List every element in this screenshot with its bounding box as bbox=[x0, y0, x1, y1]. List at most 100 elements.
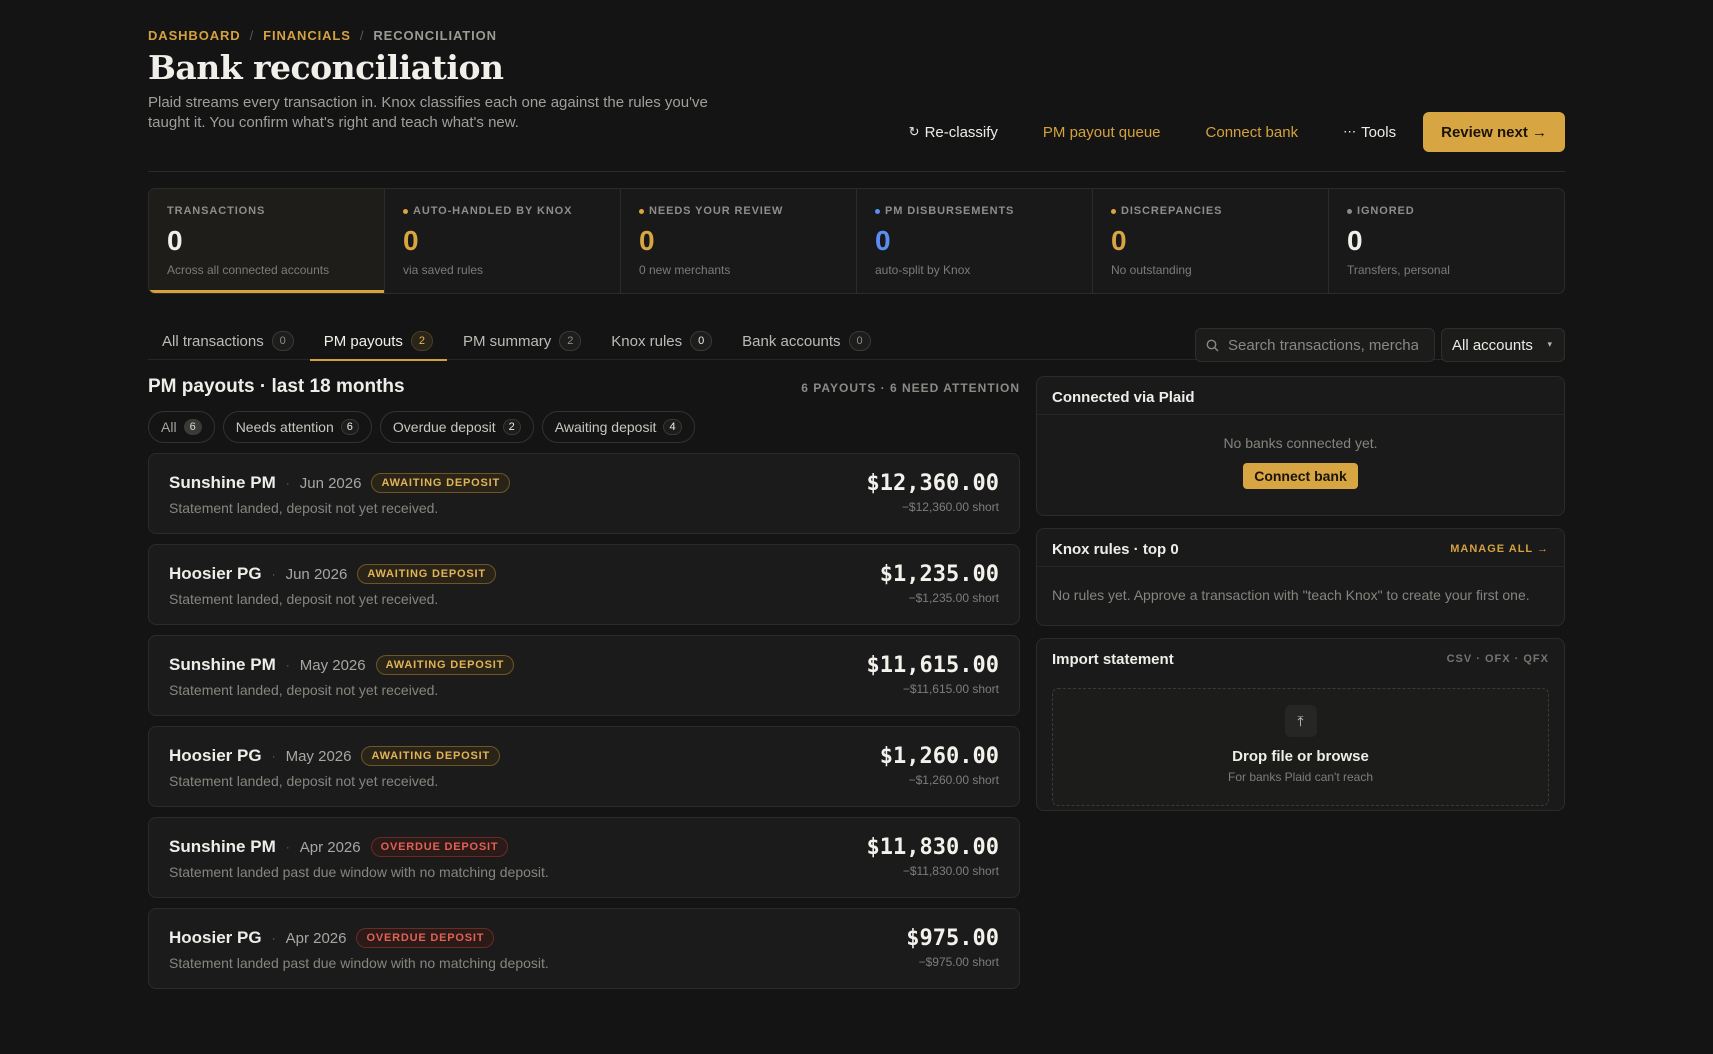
count-badge: 4 bbox=[663, 419, 682, 435]
empty-state-text: No banks connected yet. bbox=[1223, 435, 1378, 451]
payout-card[interactable]: Sunshine PM · Jun 2026 AWAITING DEPOSIT Sta… bbox=[148, 453, 1020, 534]
filter-chips: All 6 Needs attention 6 Overdue deposit … bbox=[148, 411, 1020, 443]
manage-all-link[interactable]: MANAGE ALL → bbox=[1450, 543, 1549, 555]
header-actions: ↻ Re-classify PM payout queue Connect ba… bbox=[864, 112, 1565, 152]
tab-bank-accounts[interactable]: Bank accounts 0 bbox=[728, 322, 884, 360]
status-dot bbox=[639, 208, 644, 214]
payout-period: May 2026 bbox=[285, 747, 352, 765]
tab-all-transactions[interactable]: All transactions 0 bbox=[148, 322, 308, 360]
payout-description: Statement landed past due window with no… bbox=[169, 955, 549, 971]
stat-sub: 0 new merchants bbox=[639, 263, 731, 277]
breadcrumb-separator: / bbox=[359, 27, 365, 43]
count-badge: 0 bbox=[690, 331, 713, 351]
card-body: ⤒ Drop file or browse For banks Plaid ca… bbox=[1037, 677, 1564, 810]
payout-card[interactable]: Sunshine PM · May 2026 AWAITING DEPOSIT Sta… bbox=[148, 635, 1020, 716]
payout-shortfall: −$12,360.00 short bbox=[901, 500, 999, 514]
status-badge: OVERDUE DEPOSIT bbox=[370, 837, 509, 857]
stat-label: PM DISBURSEMENTS bbox=[875, 204, 1074, 218]
tab-knox-rules[interactable]: Knox rules 0 bbox=[597, 322, 726, 360]
review-next-button[interactable]: Review next → bbox=[1423, 112, 1565, 152]
payout-shortfall: −$11,830.00 short bbox=[902, 864, 999, 878]
chip-label: Needs attention bbox=[235, 419, 334, 435]
count-badge: 0 bbox=[271, 331, 294, 351]
stat-label: DISCREPANCIES bbox=[1111, 204, 1310, 218]
stat-sub: Across all connected accounts bbox=[167, 263, 330, 277]
stat-discrepancies[interactable]: DISCREPANCIES 0 No outstanding bbox=[1093, 189, 1329, 293]
stat-sub: No outstanding bbox=[1111, 263, 1192, 277]
tools-label: Tools bbox=[1361, 123, 1397, 141]
payout-card[interactable]: Hoosier PG · Apr 2026 OVERDUE DEPOSIT State… bbox=[148, 908, 1020, 989]
payout-shortfall: −$1,260.00 short bbox=[908, 773, 999, 787]
stat-value: 0 bbox=[167, 225, 183, 256]
search-box bbox=[1195, 328, 1435, 362]
payout-card[interactable]: Hoosier PG · Jun 2026 AWAITING DEPOSIT Stat… bbox=[148, 544, 1020, 625]
payout-period: May 2026 bbox=[299, 656, 366, 674]
chip-label: Awaiting deposit bbox=[554, 419, 657, 435]
more-icon: ⋯ bbox=[1343, 124, 1357, 139]
page-header: Bank reconciliation Plaid streams every … bbox=[148, 48, 1565, 172]
payout-shortfall: −$11,615.00 short bbox=[902, 682, 999, 696]
payout-period: Jun 2026 bbox=[285, 565, 348, 583]
chip-all[interactable]: All 6 bbox=[148, 411, 215, 443]
card-body: No banks connected yet. Connect bank bbox=[1037, 415, 1564, 515]
payout-description: Statement landed, deposit not yet receiv… bbox=[169, 591, 439, 607]
stat-transactions[interactable]: TRANSACTIONS 0 Across all connected acco… bbox=[149, 189, 385, 293]
account-select[interactable]: All accounts ▾ bbox=[1441, 328, 1565, 362]
reclassify-button[interactable]: ↻ Re-classify bbox=[909, 124, 998, 141]
page-title: Bank reconciliation bbox=[148, 48, 504, 87]
payee-name: Hoosier PG bbox=[169, 746, 262, 765]
chip-overdue-deposit[interactable]: Overdue deposit 2 bbox=[379, 411, 534, 443]
tools-button[interactable]: ⋯ Tools bbox=[1343, 124, 1396, 141]
connect-bank-link[interactable]: Connect bank bbox=[1206, 124, 1299, 141]
tab-label: PM payouts bbox=[323, 332, 403, 350]
chip-label: All bbox=[161, 419, 177, 435]
pm-payout-queue-link[interactable]: PM payout queue bbox=[1043, 124, 1161, 141]
tab-label: Bank accounts bbox=[742, 332, 841, 350]
payee-name: Hoosier PG bbox=[169, 564, 262, 583]
payout-description: Statement landed past due window with no… bbox=[169, 864, 549, 880]
stat-label: IGNORED bbox=[1347, 204, 1546, 218]
stat-auto-handled[interactable]: AUTO-HANDLED BY KNOX 0 via saved rules bbox=[385, 189, 621, 293]
status-badge: AWAITING DEPOSIT bbox=[357, 564, 496, 584]
sidebar-panel: Connected via Plaid No banks connected y… bbox=[1036, 376, 1565, 999]
status-badge: AWAITING DEPOSIT bbox=[375, 655, 515, 675]
search-input[interactable] bbox=[1228, 336, 1418, 354]
card-header: Knox rules · top 0 MANAGE ALL → bbox=[1037, 529, 1564, 567]
payout-description: Statement landed, deposit not yet receiv… bbox=[169, 773, 439, 789]
breadcrumb-dashboard[interactable]: DASHBOARD bbox=[148, 28, 241, 43]
stat-value: 0 bbox=[875, 225, 891, 256]
dropzone-subtitle: For banks Plaid can't reach bbox=[1227, 770, 1374, 784]
payee-name: Hoosier PG bbox=[169, 928, 262, 947]
stat-label: NEEDS YOUR REVIEW bbox=[639, 204, 838, 218]
payout-card[interactable]: Sunshine PM · Apr 2026 OVERDUE DEPOSIT Stat… bbox=[148, 817, 1020, 898]
stat-needs-review[interactable]: NEEDS YOUR REVIEW 0 0 new merchants bbox=[621, 189, 857, 293]
chevron-down-icon: ▾ bbox=[1547, 339, 1552, 349]
stat-value: 0 bbox=[1347, 225, 1363, 256]
section-meta: 6 PAYOUTS · 6 NEED ATTENTION bbox=[801, 381, 1020, 395]
plaid-card: Connected via Plaid No banks connected y… bbox=[1036, 376, 1565, 516]
file-formats: CSV · OFX · QFX bbox=[1446, 653, 1549, 665]
payout-card[interactable]: Hoosier PG · May 2026 AWAITING DEPOSIT Stat… bbox=[148, 726, 1020, 807]
status-dot bbox=[1347, 208, 1352, 214]
stat-label: AUTO-HANDLED BY KNOX bbox=[403, 204, 602, 218]
stats-strip: TRANSACTIONS 0 Across all connected acco… bbox=[148, 188, 1565, 294]
card-header: Connected via Plaid bbox=[1037, 377, 1564, 415]
chip-awaiting-deposit[interactable]: Awaiting deposit 4 bbox=[541, 411, 695, 443]
chip-needs-attention[interactable]: Needs attention 6 bbox=[222, 411, 372, 443]
card-title: Connected via Plaid bbox=[1052, 389, 1195, 406]
payout-amount: $12,360.00 bbox=[866, 471, 999, 496]
stat-ignored[interactable]: IGNORED 0 Transfers, personal bbox=[1329, 189, 1564, 293]
stat-pm-disbursements[interactable]: PM DISBURSEMENTS 0 auto-split by Knox bbox=[857, 189, 1093, 293]
breadcrumb-financials[interactable]: FINANCIALS bbox=[263, 28, 351, 43]
status-badge: OVERDUE DEPOSIT bbox=[356, 928, 495, 948]
tab-pm-summary[interactable]: PM summary 2 bbox=[449, 322, 595, 360]
connect-bank-button[interactable]: Connect bank bbox=[1243, 463, 1358, 489]
tabs: All transactions 0 PM payouts 2 PM summa… bbox=[148, 322, 887, 361]
page-subtitle: Plaid streams every transaction in. Knox… bbox=[148, 94, 708, 131]
page: DASHBOARD / FINANCIALS / RECONCILIATION … bbox=[148, 24, 1565, 999]
file-dropzone[interactable]: ⤒ Drop file or browse For banks Plaid ca… bbox=[1052, 688, 1549, 806]
account-select-value: All accounts bbox=[1452, 336, 1533, 354]
payout-shortfall: −$975.00 short bbox=[918, 955, 999, 969]
card-header: Import statement CSV · OFX · QFX bbox=[1037, 639, 1564, 677]
tab-pm-payouts[interactable]: PM payouts 2 bbox=[309, 322, 448, 361]
